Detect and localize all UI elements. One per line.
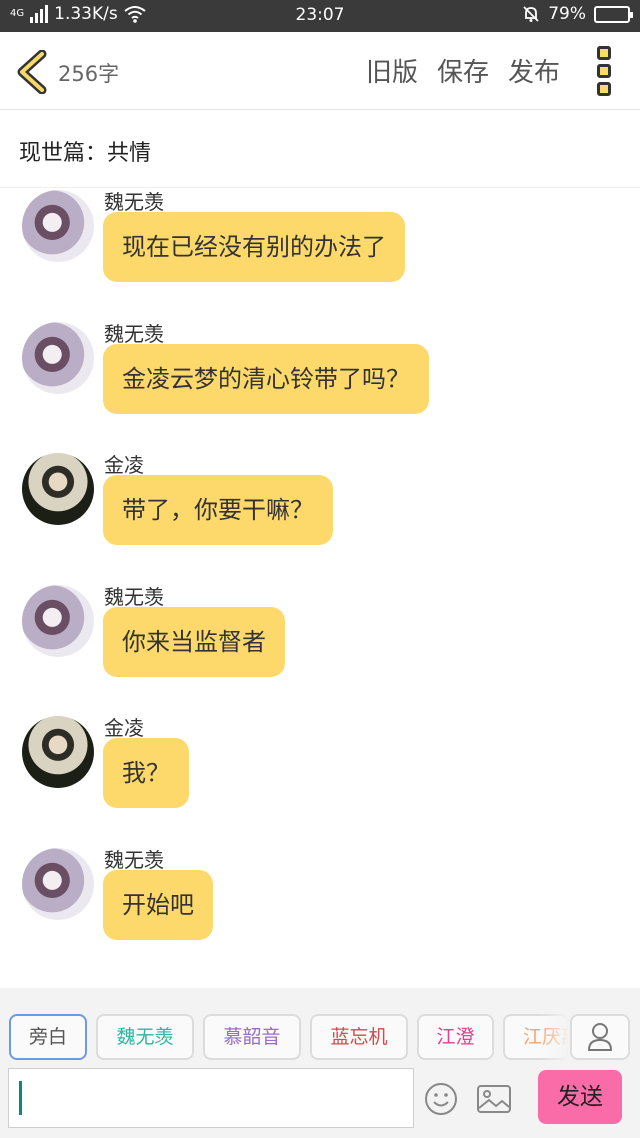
mute-bell-icon (523, 6, 539, 22)
role-chip[interactable]: 蓝忘机 (310, 1014, 408, 1060)
role-manager-button[interactable] (570, 1014, 630, 1060)
send-button[interactable]: 发送 (538, 1070, 622, 1124)
chapter-title: 现世篇：共情 (19, 141, 152, 166)
emoji-button[interactable] (424, 1082, 458, 1116)
role-chip[interactable]: 慕韶音 (203, 1014, 301, 1060)
sender-name: 魏无羡 (104, 585, 164, 609)
more-menu-button[interactable] (597, 46, 613, 96)
battery-percent: 79% (548, 4, 586, 24)
role-chip[interactable]: 江澄 (417, 1014, 494, 1060)
chapter-title-bar[interactable]: 现世篇：共情 (0, 110, 640, 188)
message-bubble[interactable]: 你来当监督者 (103, 607, 285, 677)
role-chip[interactable]: 魏无羡 (96, 1014, 194, 1060)
emoji-icon (425, 1083, 457, 1115)
image-button[interactable] (476, 1084, 512, 1114)
sender-name: 金凌 (104, 453, 144, 477)
message-bubble[interactable]: 带了，你要干嘛？ (103, 475, 333, 545)
chevron-left-icon (17, 50, 47, 94)
composer-panel: 旁白 魏无羡 慕韶音 蓝忘机 江澄 江厌离 发送 (0, 988, 640, 1138)
user-icon (587, 1023, 613, 1051)
message-bubble[interactable]: 开始吧 (103, 870, 213, 940)
avatar[interactable] (22, 848, 94, 920)
clock: 23:07 (295, 5, 345, 25)
sender-name: 魏无羡 (104, 848, 164, 872)
sender-name: 金凌 (104, 716, 144, 740)
battery-icon (594, 5, 633, 23)
more-vertical-icon (597, 46, 611, 60)
old-version-button[interactable]: 旧版 (366, 52, 418, 89)
avatar[interactable] (22, 585, 94, 657)
avatar[interactable] (22, 716, 94, 788)
role-chip-narrator[interactable]: 旁白 (9, 1014, 87, 1060)
avatar[interactable] (22, 322, 94, 394)
image-icon (477, 1085, 511, 1113)
message-bubble[interactable]: 我？ (103, 738, 189, 808)
status-bar: 4G 1.33K/s 23:07 79% (0, 0, 640, 32)
save-button[interactable]: 保存 (437, 52, 489, 89)
editor-header: 256字 旧版 保存 发布 (0, 32, 640, 110)
sender-name: 魏无羡 (104, 190, 164, 214)
sender-name: 魏无羡 (104, 322, 164, 346)
message-bubble[interactable]: 金凌云梦的清心铃带了吗？ (103, 344, 429, 414)
publish-button[interactable]: 发布 (508, 52, 560, 89)
avatar[interactable] (22, 190, 94, 262)
message-input[interactable] (8, 1068, 414, 1128)
back-button[interactable] (14, 50, 54, 94)
word-count: 256字 (58, 62, 120, 86)
message-bubble[interactable]: 现在已经没有别的办法了 (103, 212, 405, 282)
avatar[interactable] (22, 453, 94, 525)
